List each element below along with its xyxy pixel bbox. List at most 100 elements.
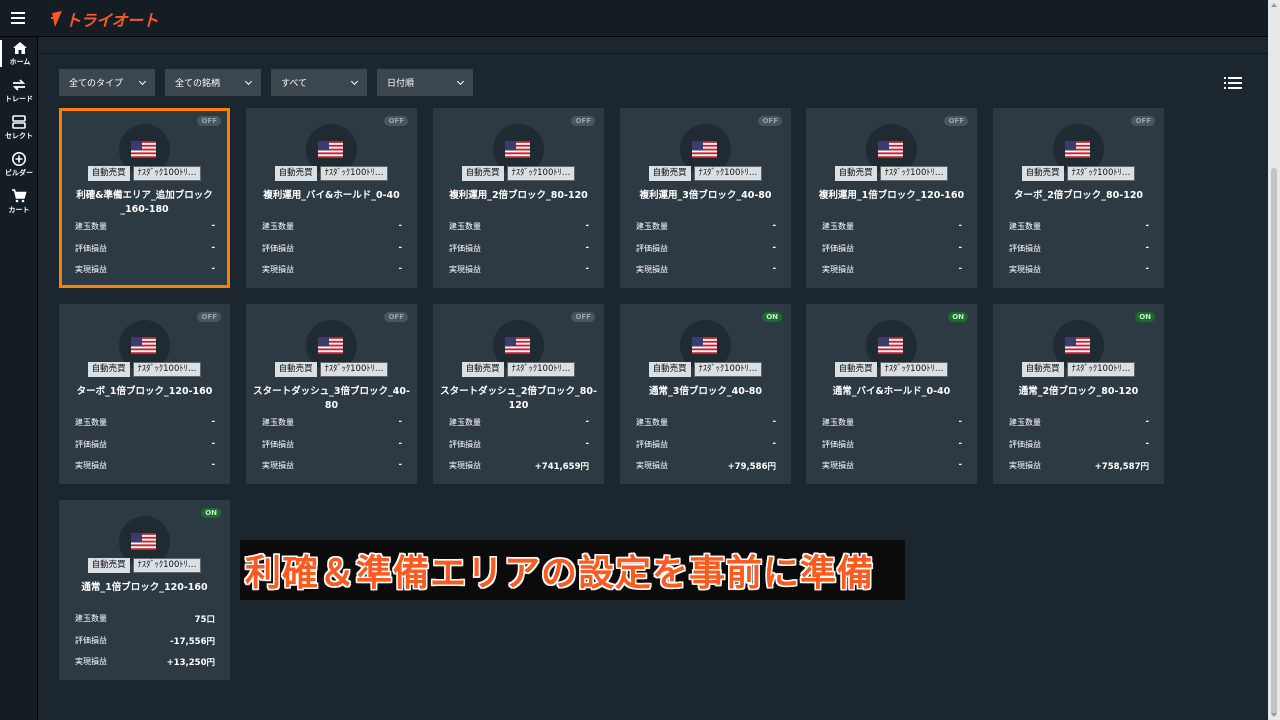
position-qty-row: 建玉数量 - [636, 417, 776, 428]
unrealized-pl-value: - [211, 439, 215, 449]
row-label: 実現損益 [822, 265, 854, 274]
instrument-tag: ﾅｽﾀﾞｯｸ100ﾄﾘ… [1066, 362, 1136, 377]
row-label: 建玉数量 [449, 222, 481, 231]
position-qty-value: - [958, 221, 962, 231]
strategy-card[interactable]: OFF 自動売買 ﾅｽﾀﾞｯｸ100ﾄﾘ… スタートダッシュ_3倍ブロック_40… [246, 304, 417, 484]
realized-pl-row: 実現損益 +79,586円 [636, 460, 776, 472]
status-badge[interactable]: ON [1135, 312, 1155, 322]
instrument-tag: ﾅｽﾀﾞｯｸ100ﾄﾘ… [132, 166, 202, 181]
position-qty-row: 建玉数量 - [822, 221, 962, 232]
card-tags: 自動売買 ﾅｽﾀﾞｯｸ100ﾄﾘ… [620, 362, 791, 377]
unrealized-pl-row: 評価損益 - [75, 243, 215, 254]
status-badge[interactable]: ON [762, 312, 782, 322]
row-label: 実現損益 [75, 265, 107, 274]
position-qty-value: - [1145, 221, 1149, 231]
strategy-card[interactable]: ON 自動売買 ﾅｽﾀﾞｯｸ100ﾄﾘ… 通常_3倍ブロック_40-80 建玉数… [620, 304, 791, 484]
strategy-card[interactable]: ON 自動売買 ﾅｽﾀﾞｯｸ100ﾄﾘ… 通常_バイ&ホールド_0-40 建玉数… [806, 304, 977, 484]
list-view-icon[interactable] [1224, 77, 1242, 89]
hamburger-icon[interactable] [11, 12, 25, 24]
filter-status-select[interactable]: すべて [271, 69, 367, 96]
unrealized-pl-row: 評価損益 - [822, 243, 962, 254]
strategy-card[interactable]: OFF 自動売買 ﾅｽﾀﾞｯｸ100ﾄﾘ… 複利運用_1倍ブロック_120-16… [806, 108, 977, 288]
sidebar-item-select[interactable]: セレクト [0, 114, 38, 141]
realized-pl-row: 実現損益 +758,587円 [1009, 460, 1149, 472]
realized-pl-row: 実現損益 - [1009, 264, 1149, 275]
realized-pl-row: 実現損益 - [262, 264, 402, 275]
type-tag: 自動売買 [834, 166, 877, 181]
vertical-scrollbar[interactable] [1268, 0, 1280, 720]
realized-pl-row: 実現損益 - [449, 264, 589, 275]
card-tags: 自動売買 ﾅｽﾀﾞｯｸ100ﾄﾘ… [59, 362, 230, 377]
status-badge[interactable]: OFF [384, 312, 408, 322]
us-flag-icon [131, 141, 156, 158]
strategy-card[interactable]: OFF 自動売買 ﾅｽﾀﾞｯｸ100ﾄﾘ… ターボ_2倍ブロック_80-120 … [993, 108, 1164, 288]
unrealized-pl-value: - [211, 243, 215, 253]
row-label: 実現損益 [822, 461, 854, 470]
sort-order-select[interactable]: 日付順 [377, 69, 473, 96]
realized-pl-row: 実現損益 +13,250円 [75, 656, 215, 668]
home-icon [13, 42, 27, 54]
status-badge[interactable]: OFF [571, 116, 595, 126]
position-qty-value: - [398, 417, 402, 427]
strategy-name: 複利運用_1倍ブロック_120-160 [818, 190, 965, 201]
filter-type-select[interactable]: 全てのタイプ [59, 69, 155, 96]
scroll-down-icon[interactable] [1271, 713, 1277, 717]
status-badge[interactable]: OFF [197, 116, 221, 126]
row-label: 評価損益 [262, 440, 294, 449]
status-badge[interactable]: OFF [944, 116, 968, 126]
type-tag: 自動売買 [461, 166, 504, 181]
strategy-name: 利確&準備エリア_追加ブロック_160-180 [76, 190, 213, 215]
row-label: 建玉数量 [636, 418, 668, 427]
sidebar-item-cart[interactable]: カート [0, 188, 38, 215]
sidebar-item-builder[interactable]: ビルダー [0, 151, 38, 178]
row-label: 評価損益 [636, 244, 668, 253]
us-flag-icon [878, 141, 903, 158]
us-flag-icon [131, 337, 156, 354]
instrument-tag: ﾅｽﾀﾞｯｸ100ﾄﾘ… [506, 166, 576, 181]
type-tag: 自動売買 [87, 362, 130, 377]
status-badge[interactable]: OFF [384, 116, 408, 126]
strategy-card[interactable]: OFF 自動売買 ﾅｽﾀﾞｯｸ100ﾄﾘ… 複利運用_3倍ブロック_40-80 … [620, 108, 791, 288]
row-label: 評価損益 [449, 244, 481, 253]
scroll-up-icon[interactable] [1271, 3, 1277, 7]
filter-symbol-select[interactable]: 全ての銘柄 [165, 69, 261, 96]
status-badge[interactable]: OFF [571, 312, 595, 322]
strategy-card[interactable]: OFF 自動売買 ﾅｽﾀﾞｯｸ100ﾄﾘ… ターボ_1倍ブロック_120-160… [59, 304, 230, 484]
row-label: 評価損益 [1009, 440, 1041, 449]
realized-pl-value: - [772, 264, 776, 274]
type-tag: 自動売買 [648, 362, 691, 377]
us-flag-icon [505, 141, 530, 158]
realized-pl-row: 実現損益 - [75, 264, 215, 275]
strategy-card[interactable]: ON 自動売買 ﾅｽﾀﾞｯｸ100ﾄﾘ… 通常_1倍ブロック_120-160 建… [59, 500, 230, 680]
sidebar-item-home[interactable]: ホーム [0, 40, 38, 67]
row-label: 実現損益 [1009, 461, 1041, 470]
card-tags: 自動売買 ﾅｽﾀﾞｯｸ100ﾄﾘ… [806, 166, 977, 181]
unrealized-pl-row: 評価損益 - [1009, 439, 1149, 450]
status-badge[interactable]: OFF [197, 312, 221, 322]
position-qty-value: - [772, 221, 776, 231]
strategy-card[interactable]: OFF 自動売買 ﾅｽﾀﾞｯｸ100ﾄﾘ… 複利運用_バイ&ホールド_0-40 … [246, 108, 417, 288]
instrument-tag: ﾅｽﾀﾞｯｸ100ﾄﾘ… [1066, 166, 1136, 181]
scrollbar-thumb[interactable] [1271, 168, 1277, 716]
strategy-card[interactable]: OFF 自動売買 ﾅｽﾀﾞｯｸ100ﾄﾘ… 複利運用_2倍ブロック_80-120… [433, 108, 604, 288]
position-qty-row: 建玉数量 - [636, 221, 776, 232]
type-tag: 自動売買 [87, 558, 130, 573]
strategy-card[interactable]: OFF 自動売買 ﾅｽﾀﾞｯｸ100ﾄﾘ… スタートダッシュ_2倍ブロック_80… [433, 304, 604, 484]
card-tags: 自動売買 ﾅｽﾀﾞｯｸ100ﾄﾘ… [433, 166, 604, 181]
unrealized-pl-value: - [1145, 243, 1149, 253]
instrument-tag: ﾅｽﾀﾞｯｸ100ﾄﾘ… [879, 166, 949, 181]
realized-pl-value: - [958, 460, 962, 470]
logo[interactable]: トライオート [50, 8, 159, 30]
overlay-caption: 利確＆準備エリアの設定を事前に準備 [240, 540, 905, 600]
strategy-card[interactable]: OFF 自動売買 ﾅｽﾀﾞｯｸ100ﾄﾘ… 利確&準備エリア_追加ブロック_16… [59, 108, 230, 288]
status-badge[interactable]: ON [201, 508, 221, 518]
position-qty-row: 建玉数量 - [449, 417, 589, 428]
status-badge[interactable]: ON [948, 312, 968, 322]
status-badge[interactable]: OFF [1131, 116, 1155, 126]
status-badge[interactable]: OFF [758, 116, 782, 126]
realized-pl-value: - [211, 264, 215, 274]
sidebar-item-trade[interactable]: トレード [0, 77, 38, 104]
unrealized-pl-value: - [772, 243, 776, 253]
type-tag: 自動売買 [1021, 362, 1064, 377]
strategy-card[interactable]: ON 自動売買 ﾅｽﾀﾞｯｸ100ﾄﾘ… 通常_2倍ブロック_80-120 建玉… [993, 304, 1164, 484]
